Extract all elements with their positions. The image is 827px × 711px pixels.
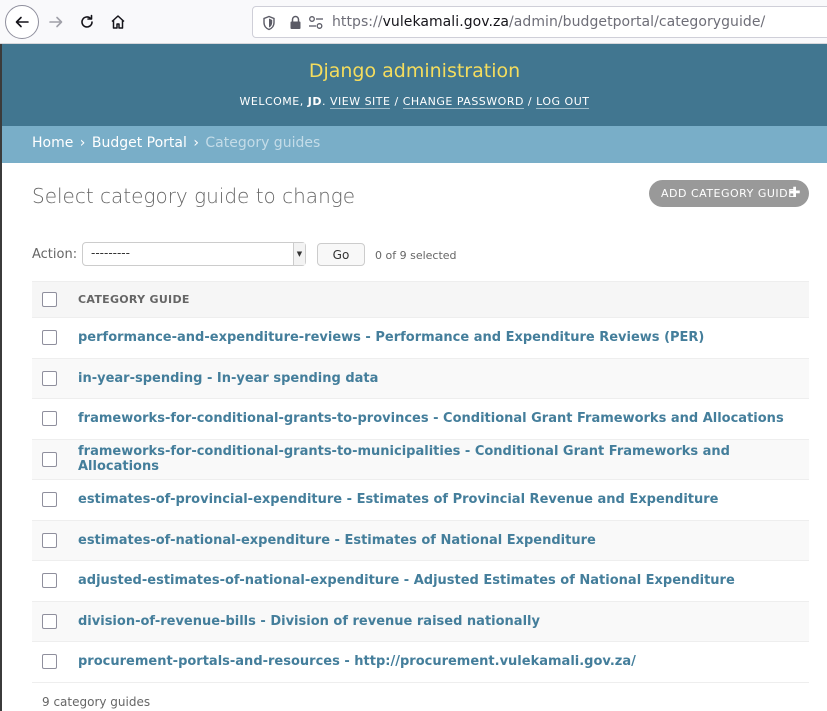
shield-icon[interactable] bbox=[262, 15, 276, 35]
table-row: division-of-revenue-bills - Division of … bbox=[32, 601, 809, 642]
home-button[interactable] bbox=[102, 6, 134, 38]
row-link[interactable]: estimates-of-provincial-expenditure - Es… bbox=[78, 492, 719, 507]
change-password-link[interactable]: CHANGE PASSWORD bbox=[402, 95, 524, 109]
row-link[interactable]: estimates-of-national-expenditure - Esti… bbox=[78, 533, 596, 548]
site-header: Django administration WELCOME, JD. VIEW … bbox=[2, 44, 827, 126]
row-checkbox[interactable] bbox=[42, 330, 57, 346]
row-link[interactable]: adjusted-estimates-of-national-expenditu… bbox=[78, 573, 735, 588]
arrow-left-icon bbox=[15, 16, 29, 28]
page-title: Select category guide to change bbox=[32, 184, 356, 208]
row-checkbox[interactable] bbox=[42, 613, 57, 629]
site-branding[interactable]: Django administration bbox=[2, 60, 827, 82]
table-row: adjusted-estimates-of-national-expenditu… bbox=[32, 560, 809, 602]
plus-icon: ✚ bbox=[788, 185, 801, 201]
log-out-link[interactable]: LOG OUT bbox=[536, 95, 590, 109]
table-row: performance-and-expenditure-reviews - Pe… bbox=[32, 317, 809, 359]
username: JD bbox=[307, 95, 322, 108]
home-icon bbox=[111, 15, 125, 29]
action-select-value: --------- bbox=[91, 246, 130, 260]
add-category-guide-button[interactable]: ADD CATEGORY GUIDE ✚ bbox=[649, 180, 809, 207]
action-select[interactable]: --------- ▼ bbox=[82, 242, 306, 266]
table-row: frameworks-for-conditional-grants-to-pro… bbox=[32, 398, 809, 440]
welcome-text: WELCOME, bbox=[239, 95, 304, 108]
table-row: estimates-of-national-expenditure - Esti… bbox=[32, 520, 809, 561]
row-checkbox[interactable] bbox=[42, 654, 57, 670]
url-text[interactable]: https://vulekamali.gov.za/admin/budgetpo… bbox=[332, 14, 765, 30]
row-checkbox[interactable] bbox=[42, 492, 57, 508]
action-label: Action: bbox=[32, 247, 78, 262]
breadcrumb-current: Category guides bbox=[205, 135, 321, 151]
breadcrumb-home[interactable]: Home bbox=[32, 135, 73, 151]
reload-button[interactable] bbox=[71, 6, 103, 38]
arrow-right-icon bbox=[49, 16, 63, 28]
dropdown-arrow-icon: ▼ bbox=[293, 243, 305, 265]
url-bar[interactable]: https://vulekamali.gov.za/admin/budgetpo… bbox=[252, 6, 827, 38]
selection-counter: 0 of 9 selected bbox=[375, 249, 457, 262]
forward-button[interactable] bbox=[40, 6, 72, 38]
row-checkbox[interactable] bbox=[42, 370, 57, 386]
column-header-category-guide[interactable]: CATEGORY GUIDE bbox=[78, 281, 809, 318]
table-row: frameworks-for-conditional-grants-to-mun… bbox=[32, 439, 809, 480]
permissions-icon[interactable] bbox=[308, 15, 324, 34]
breadcrumb: Home › Budget Portal › Category guides bbox=[2, 126, 827, 163]
results-table: CATEGORY GUIDE performance-and-expenditu… bbox=[32, 281, 809, 683]
row-link[interactable]: division-of-revenue-bills - Division of … bbox=[78, 614, 540, 629]
table-row: in-year-spending - In-year spending data bbox=[32, 358, 809, 399]
add-button-label: ADD CATEGORY GUIDE bbox=[661, 187, 796, 200]
lock-icon[interactable] bbox=[289, 15, 302, 34]
row-link[interactable]: frameworks-for-conditional-grants-to-mun… bbox=[78, 444, 730, 474]
view-site-link[interactable]: VIEW SITE bbox=[329, 95, 391, 109]
breadcrumb-app[interactable]: Budget Portal bbox=[92, 135, 187, 151]
table-row: procurement-portals-and-resources - http… bbox=[32, 641, 809, 683]
row-checkbox[interactable] bbox=[42, 573, 57, 589]
table-row: estimates-of-provincial-expenditure - Es… bbox=[32, 479, 809, 521]
go-button[interactable]: Go bbox=[317, 243, 365, 266]
row-link[interactable]: performance-and-expenditure-reviews - Pe… bbox=[78, 330, 704, 345]
row-checkbox[interactable] bbox=[42, 411, 57, 427]
row-checkbox[interactable] bbox=[42, 451, 57, 467]
row-link[interactable]: frameworks-for-conditional-grants-to-pro… bbox=[78, 411, 784, 426]
row-link[interactable]: in-year-spending - In-year spending data bbox=[78, 371, 378, 386]
select-all-checkbox[interactable] bbox=[42, 292, 57, 307]
reload-icon bbox=[81, 14, 93, 28]
back-button[interactable] bbox=[5, 5, 39, 39]
row-checkbox[interactable] bbox=[42, 532, 57, 548]
browser-toolbar: https://vulekamali.gov.za/admin/budgetpo… bbox=[0, 0, 827, 44]
paginator: 9 category guides bbox=[42, 695, 151, 709]
user-tools: WELCOME, JD. VIEW SITE / CHANGE PASSWORD… bbox=[239, 95, 590, 109]
row-link[interactable]: procurement-portals-and-resources - http… bbox=[78, 654, 636, 669]
